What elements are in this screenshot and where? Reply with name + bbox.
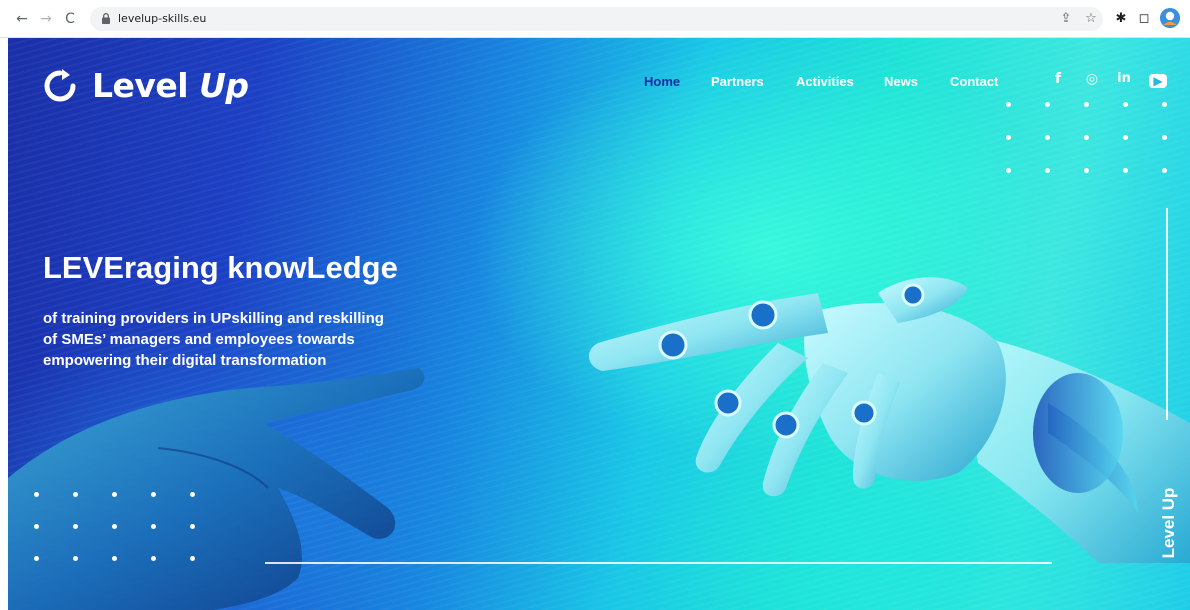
browser-toolbar: ← → C levelup-skills.eu ⇪ ☆ ✱ ◻ [0, 0, 1190, 38]
hero-subtext-line: empowering their digital transformation [43, 352, 327, 369]
lock-icon [102, 13, 110, 24]
bookmark-star-icon[interactable]: ☆ [1083, 11, 1099, 27]
hero-subtext-line: of training providers in UPskilling and … [43, 310, 384, 327]
nav-activities[interactable]: Activities [796, 74, 854, 89]
hero-subtext: of training providers in UPskilling and … [43, 308, 443, 371]
hero-subtext-line: of SMEs’ managers and employees towards [43, 331, 355, 348]
social-links: f ◎ in ▶ [1048, 71, 1183, 91]
address-bar[interactable]: levelup-skills.eu [90, 7, 1103, 31]
profile-avatar[interactable] [1160, 8, 1180, 28]
youtube-icon[interactable]: ▶ [1149, 74, 1167, 88]
hero-section: Level Up Home Partners Activities News C… [8, 38, 1190, 610]
dot-pattern-bottom [34, 492, 204, 564]
nav-news[interactable]: News [884, 74, 918, 89]
forward-icon[interactable]: → [38, 11, 54, 27]
hero-divider-horizontal [265, 562, 1052, 564]
linkedin-icon[interactable]: in [1114, 71, 1134, 91]
extensions-icon[interactable]: ✱ [1113, 11, 1129, 27]
vertical-brand-text: Level Up [1159, 487, 1178, 559]
hero-headline: LEVEraging knowLedge [43, 250, 398, 285]
side-panel-icon[interactable]: ◻ [1136, 11, 1152, 27]
nav-contact[interactable]: Contact [950, 74, 998, 89]
vertical-brand-label: Level Up [1149, 478, 1189, 568]
hero-divider-vertical [1166, 208, 1168, 420]
main-nav: Home Partners Activities News Contact [8, 74, 1190, 94]
back-icon[interactable]: ← [14, 11, 30, 27]
share-icon[interactable]: ⇪ [1058, 11, 1074, 27]
url-text[interactable]: levelup-skills.eu [118, 12, 206, 25]
nav-home[interactable]: Home [644, 74, 680, 89]
dot-pattern-top [1006, 102, 1176, 174]
nav-partners[interactable]: Partners [711, 74, 764, 89]
reload-icon[interactable]: C [62, 11, 78, 27]
avatar-icon [1160, 8, 1180, 28]
facebook-icon[interactable]: f [1048, 71, 1068, 91]
instagram-icon[interactable]: ◎ [1082, 71, 1102, 91]
robot-hand-image [588, 277, 1190, 563]
human-hand-image [8, 368, 425, 610]
